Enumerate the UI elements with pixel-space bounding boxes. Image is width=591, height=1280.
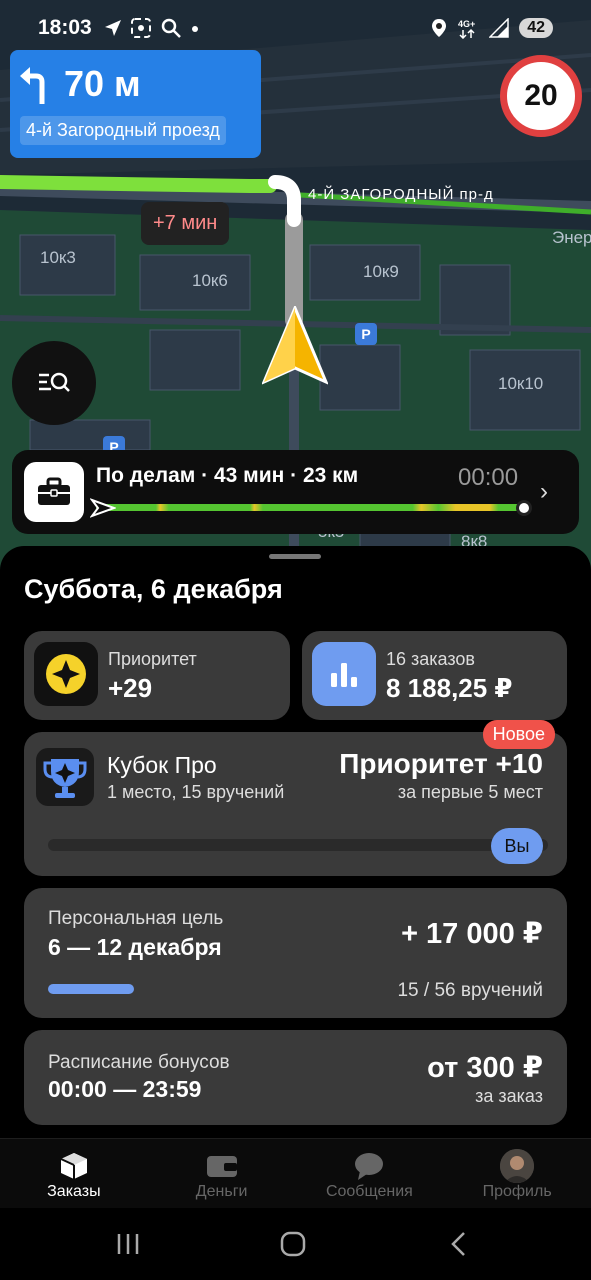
nav-orders-label: Заказы <box>47 1183 101 1200</box>
route-summary: По делам · 43 мин · 23 км <box>96 464 359 487</box>
home-icon[interactable] <box>280 1228 306 1260</box>
vehicle-arrow-icon <box>262 306 328 385</box>
priority-value: +29 <box>108 673 153 703</box>
bonus-schedule-card[interactable]: Расписание бонусов 00:00 — 23:59 от 300 … <box>24 1030 567 1125</box>
maneuver-street: 4-й Загородный проезд <box>20 116 226 145</box>
trophy-icon <box>36 748 94 806</box>
orders-earnings: 8 188,25 ₽ <box>386 673 513 703</box>
route-end-icon <box>516 500 532 516</box>
briefcase-icon <box>24 462 84 522</box>
signal-icon <box>489 18 509 38</box>
goal-label: Персональная цель <box>48 908 224 929</box>
sheet-date: Суббота, 6 декабря <box>24 574 283 604</box>
nav-orders[interactable]: Заказы <box>0 1139 148 1208</box>
avatar-icon <box>500 1149 535 1183</box>
goal-progress-bar <box>48 984 134 994</box>
nav-money[interactable]: Деньги <box>148 1139 296 1208</box>
priority-label: Приоритет <box>108 649 197 669</box>
personal-goal-card[interactable]: Персональная цель 6 — 12 декабря + 17 00… <box>24 888 567 1018</box>
bonus-per: за заказ <box>475 1086 543 1106</box>
bar-chart-icon <box>312 642 376 706</box>
wallet-icon <box>206 1149 238 1183</box>
cup-reward: Приоритет +10 <box>339 748 543 779</box>
orders-count: 16 заказов <box>386 649 475 669</box>
nav-profile[interactable]: Профиль <box>443 1139 591 1208</box>
cup-reward-condition: за первые 5 мест <box>397 782 543 802</box>
dot-icon <box>191 26 198 32</box>
building-label: 10к3 <box>40 248 76 267</box>
bottom-nav: Заказы Деньги Сообщения Профиль <box>0 1138 591 1208</box>
priority-card[interactable]: Приоритет +29 <box>24 631 290 720</box>
maneuver-distance: 70 м <box>64 63 141 104</box>
search-icon <box>161 18 181 38</box>
recent-apps-icon[interactable] <box>116 1228 140 1260</box>
nav-money-label: Деньги <box>195 1183 248 1200</box>
route-list-button[interactable] <box>12 341 96 425</box>
bonus-time: 00:00 — 23:59 <box>48 1076 202 1102</box>
orders-box-icon <box>59 1149 89 1183</box>
cup-subtitle: 1 место, 15 вручений <box>107 782 285 802</box>
cup-you-marker: Вы <box>491 828 543 864</box>
road-label: 4-Й ЗАГОРОДНЫЙ пр-д <box>308 186 494 203</box>
svg-text:4G+: 4G+ <box>458 19 475 29</box>
nav-messages-label: Сообщения <box>325 1183 413 1200</box>
route-bar[interactable]: По делам · 43 мин · 23 км 00:00 › <box>12 450 579 534</box>
area-label: Энер <box>552 228 591 247</box>
cup-pro-card[interactable]: Кубок Про 1 место, 15 вручений Приоритет… <box>24 720 567 876</box>
orders-card[interactable]: 16 заказов 8 188,25 ₽ <box>302 631 567 720</box>
bonus-amount: от 300 ₽ <box>427 1052 543 1084</box>
left-turn-icon <box>20 67 45 104</box>
nav-messages[interactable]: Сообщения <box>296 1139 444 1208</box>
chat-bubble-icon <box>354 1149 384 1183</box>
bottom-sheet[interactable]: Суббота, 6 декабря Приоритет +29 16 зака… <box>0 546 591 1140</box>
status-time: 18:03 <box>38 16 92 39</box>
bonus-label: Расписание бонусов <box>48 1052 230 1073</box>
nav-profile-label: Профиль <box>482 1183 552 1200</box>
parking-icon: P <box>355 323 377 345</box>
building-label: 10к10 <box>498 374 544 393</box>
sheet-handle[interactable] <box>269 554 321 559</box>
route-eta: 00:00 <box>458 464 519 491</box>
maneuver-card[interactable]: 70 м 4-й Загородный проезд <box>10 50 261 158</box>
battery-level: 42 <box>519 18 553 38</box>
screenshot-icon <box>130 18 151 38</box>
building-label: 10к6 <box>192 271 228 290</box>
building-label: 10к9 <box>363 262 399 281</box>
4g-icon: 4G+ <box>458 19 475 39</box>
navigation-arrow-icon <box>104 20 121 36</box>
speed-limit-sign: 20 <box>500 55 582 137</box>
goal-dates: 6 — 12 декабря <box>48 934 222 960</box>
chevron-right-icon: › <box>540 478 548 505</box>
cup-progress-track <box>48 839 548 851</box>
traffic-delay-badge: +7 мин <box>141 202 230 245</box>
route-traffic-bar <box>96 504 524 511</box>
route-start-icon <box>90 498 116 518</box>
priority-icon <box>34 642 98 706</box>
system-nav-bar <box>0 1208 591 1280</box>
new-badge: Новое <box>482 720 555 749</box>
cup-title: Кубок Про <box>107 752 217 778</box>
status-bar: 18:03 4G+ 42 <box>0 0 591 56</box>
location-pin-icon <box>432 19 447 37</box>
goal-amount: + 17 000 ₽ <box>401 918 543 950</box>
list-search-icon <box>39 372 70 392</box>
back-icon[interactable] <box>448 1228 470 1260</box>
goal-count: 15 / 56 вручений <box>397 980 543 1001</box>
